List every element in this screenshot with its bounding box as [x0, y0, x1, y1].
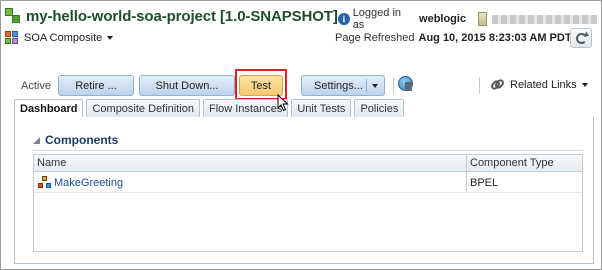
related-links-label: Related Links: [510, 78, 577, 91]
title-row: my-hello-world-soa-project [1.0-SNAPSHOT…: [5, 5, 598, 31]
mouse-cursor-icon: [277, 94, 289, 112]
tab-bar: Dashboard Composite Definition Flow Inst…: [14, 99, 407, 118]
chevron-down-icon: [372, 84, 378, 88]
server-icon: [478, 12, 487, 26]
test-button[interactable]: Test: [239, 75, 283, 96]
section-divider: [33, 150, 583, 151]
soa-composite-menu-label: SOA Composite: [24, 32, 103, 44]
tab-policies[interactable]: Policies: [354, 99, 405, 117]
info-icon: i: [338, 13, 350, 25]
settings-button[interactable]: Settings...: [301, 75, 385, 96]
login-label: Logged in as: [352, 7, 402, 31]
soa-composite-icon: [5, 31, 20, 45]
component-name-link[interactable]: MakeGreeting: [54, 177, 123, 189]
tab-unit-tests[interactable]: Unit Tests: [291, 99, 352, 117]
shutdown-button[interactable]: Shut Down...: [139, 75, 235, 96]
globe-button[interactable]: [398, 76, 416, 94]
settings-separator: [366, 79, 367, 92]
column-header-component-type[interactable]: Component Type: [470, 157, 554, 169]
settings-button-label: Settings...: [314, 79, 363, 92]
table-header: Name Component Type: [34, 155, 582, 172]
tab-composite-definition[interactable]: Composite Definition: [86, 99, 200, 117]
chevron-down-icon: [107, 36, 114, 40]
server-name-blurred: [491, 14, 598, 24]
refresh-icon: [575, 32, 587, 44]
login-status: i Logged in as weblogic: [338, 7, 598, 31]
globe-icon: [398, 76, 413, 91]
refresh-label: Page Refreshed: [335, 32, 415, 44]
column-header-name[interactable]: Name: [37, 157, 66, 169]
toolbar-divider: [393, 77, 394, 94]
retire-button[interactable]: Retire ...: [58, 75, 134, 96]
components-table: Name Component Type MakeGreeting BPEL: [33, 154, 583, 252]
composite-icon: [5, 8, 21, 24]
toolbar: Active Retire ... Shut Down... Test Sett…: [14, 69, 594, 100]
page-title: my-hello-world-soa-project [1.0-SNAPSHOT…: [26, 7, 338, 25]
related-links-menu[interactable]: Related Links: [489, 77, 588, 92]
refresh-time: Aug 10, 2015 8:23:03 AM PDT: [418, 32, 572, 44]
components-title: Components: [45, 133, 119, 147]
soa-composite-menu[interactable]: SOA Composite: [24, 32, 114, 44]
refresh-button[interactable]: [570, 28, 592, 48]
tab-dashboard[interactable]: Dashboard: [14, 99, 84, 118]
link-icon: [489, 77, 506, 92]
dashboard-panel: Components Name Component Type MakeGreet…: [14, 117, 594, 264]
component-type: BPEL: [470, 177, 499, 189]
refresh-status: Page Refreshed Aug 10, 2015 8:23:03 AM P…: [335, 29, 572, 47]
bpel-process-icon: [38, 176, 51, 189]
login-user[interactable]: weblogic: [419, 13, 466, 25]
subheader-row: SOA Composite Page Refreshed Aug 10, 201…: [5, 29, 597, 47]
toolbar-divider: [479, 77, 480, 94]
components-section-header[interactable]: Components: [33, 133, 118, 147]
chevron-down-icon: [581, 82, 588, 87]
status-label: Active: [21, 80, 51, 92]
tab-flow-instances[interactable]: Flow Instances: [202, 99, 289, 117]
collapse-triangle-icon: [33, 136, 40, 144]
table-row[interactable]: MakeGreeting BPEL: [34, 173, 582, 193]
